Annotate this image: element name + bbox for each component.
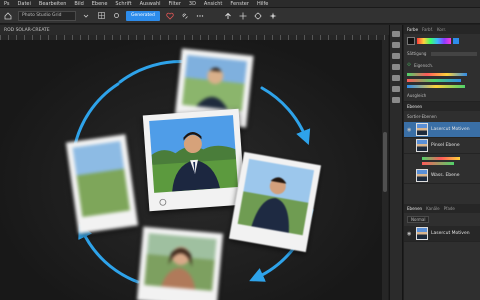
layer-thumbnail [416,227,428,240]
tab-paths[interactable]: Pfade [444,206,455,211]
value-bar-1 [407,73,467,76]
photo-center[interactable] [142,108,246,212]
photo-right[interactable] [228,151,322,253]
bottom-layer-row[interactable]: ◉ Lasercut Motiven [404,226,480,242]
home-icon[interactable] [3,11,13,21]
menu-item-view[interactable]: Ansicht [204,1,222,7]
move-icon[interactable] [238,11,248,21]
arrow-up-icon[interactable] [223,11,233,21]
menu-item-image[interactable]: Bild [74,1,83,7]
panel-tool-strip [389,25,403,300]
menu-item-select[interactable]: Auswahl [140,1,161,7]
menu-item-3d[interactable]: 3D [189,1,196,7]
saturation-row: Sättigung [404,48,480,59]
layer-thumbnail [416,123,428,136]
photo-left[interactable] [65,134,139,234]
property-values [404,71,480,90]
link-icon[interactable] [180,11,190,21]
menu-item-type[interactable]: Schrift [115,1,131,7]
sparkle-icon[interactable] [268,11,278,21]
color-panel-tabs: Farbe Farbf. Korr. [404,25,480,34]
options-bar: Photo Studio Grid Generated [0,8,480,24]
bottom-panel-tabs: Ebenen Kanäle Pfade [404,204,480,213]
layer-thumbnail [416,169,428,182]
menu-item-layer[interactable]: Ebene [92,1,108,7]
adjust-row: Ausgleich [404,90,480,102]
layer-row[interactable]: ◉ Lasercut Motiven [404,122,480,138]
value-bar-3 [407,85,465,88]
effect-bar-1 [422,157,460,160]
accent-swatch[interactable] [453,38,459,44]
settings-icon[interactable] [111,11,121,21]
panel-spacer [404,184,480,204]
arrow-bottom-left [78,223,140,284]
layers-title[interactable]: Ebenen [407,104,422,109]
link-green-icon: ⟐ [407,62,411,68]
properties-header: ⟐ Eigensch. [404,59,480,71]
document-tab-bar: ROD SOLAR-CREATE [0,25,390,35]
effect-bar-2 [422,162,454,165]
properties-title: Eigensch. [413,62,434,68]
layer-row[interactable]: Wass. Ebene [404,168,480,184]
layer-name: Lasercut Motiven [431,231,470,236]
vertical-scrollbar[interactable] [382,40,388,300]
more-icon[interactable] [195,11,205,21]
swatches-icon[interactable] [392,42,400,48]
color-spectrum[interactable] [417,38,451,44]
canvas-area[interactable] [0,40,388,300]
brush-icon[interactable] [392,53,400,59]
grid-icon[interactable] [96,11,106,21]
type-icon[interactable] [392,64,400,70]
layer-thumbnail [416,139,428,152]
color-row [404,34,480,48]
tab-color[interactable]: Farbe [407,27,418,32]
scrollbar-thumb[interactable] [383,132,387,192]
layer-name: Wass. Ebene [431,173,460,178]
right-panel: Farbe Farbf. Korr. Sättigung ⟐ Eigensch.… [404,25,480,300]
layers-filter-label[interactable]: Sortier-Ebenen [407,114,437,119]
history-icon[interactable] [392,31,400,37]
menu-item-help[interactable]: Hilfe [257,1,268,7]
eye-icon[interactable]: ◉ [407,127,413,133]
heart-icon[interactable] [165,11,175,21]
adjust-label: Ausgleich [407,93,427,98]
layer-row[interactable]: Pinsel Ebene [404,138,480,154]
chevron-down-icon[interactable] [81,11,91,21]
layers-header: Ebenen [404,102,480,111]
foreground-swatch[interactable] [407,37,415,45]
menu-item-edit[interactable]: Bearbeiten [39,1,66,7]
circle-icon [159,198,167,206]
saturation-label: Sättigung [407,51,427,56]
value-bar-2 [407,79,461,82]
preset-select[interactable]: Photo Studio Grid [18,10,76,21]
menu-item-app[interactable]: Ps [4,1,10,7]
tab-layers[interactable]: Ebenen [407,206,422,211]
layer-name: Pinsel Ebene [431,143,460,148]
eye-icon[interactable]: ◉ [407,231,413,237]
adjust-icon[interactable] [392,75,400,81]
paragraph-icon[interactable] [392,97,400,103]
layer-effects [404,154,480,168]
menu-item-file[interactable]: Datei [18,1,31,7]
arrow-top-right [260,86,311,145]
layer-name: Lasercut Motiven [431,127,470,132]
tab-adjust[interactable]: Korr. [437,27,446,32]
libraries-icon[interactable] [392,86,400,92]
blend-mode-select[interactable]: Normal [407,216,430,223]
tab-channels[interactable]: Kanäle [426,206,440,211]
saturation-slider[interactable] [431,51,477,56]
layers-filter: Sortier-Ebenen [404,111,480,122]
generate-button[interactable]: Generated [126,10,160,21]
menu-bar: Ps Datei Bearbeiten Bild Ebene Schrift A… [0,0,480,8]
crosshair-icon[interactable] [253,11,263,21]
photo-bottom[interactable] [136,226,224,300]
blend-row: Normal [404,213,480,226]
tab-swatches[interactable]: Farbf. [422,27,433,32]
menu-item-filter[interactable]: Filter [169,1,181,7]
document-tab[interactable]: ROD SOLAR-CREATE [4,28,50,33]
menu-item-window[interactable]: Fenster [230,1,249,7]
